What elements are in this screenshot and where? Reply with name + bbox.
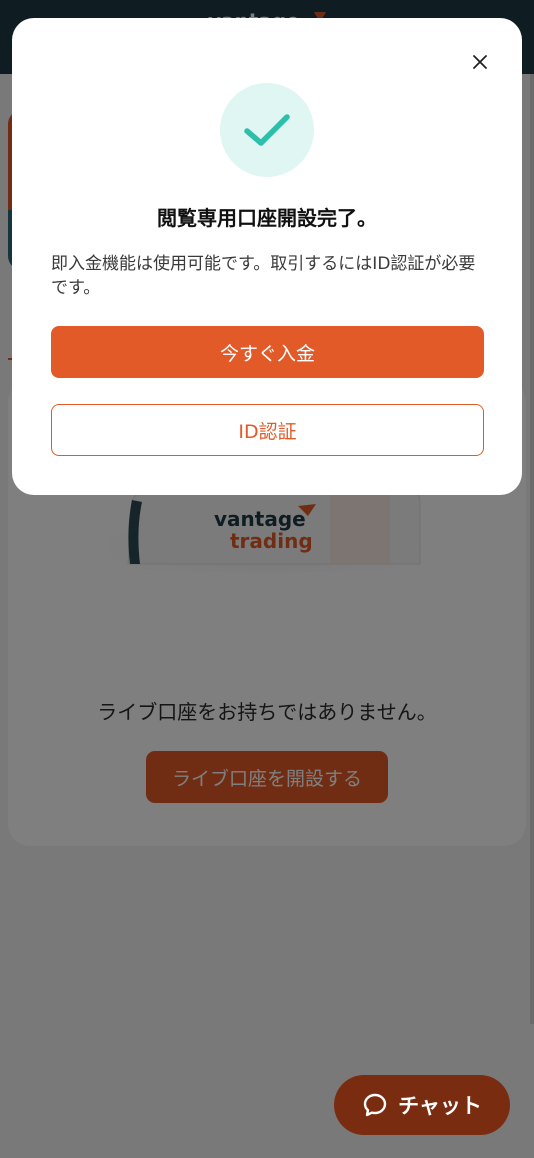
- close-button[interactable]: [466, 48, 494, 76]
- chat-button[interactable]: チャット: [334, 1075, 510, 1135]
- id-verification-button[interactable]: ID認証: [51, 404, 484, 456]
- chat-bubble-icon: [363, 1093, 387, 1117]
- dialog-title: 閲覧専用口座開設完了。: [157, 206, 377, 230]
- dialog-description: 即入金機能は使用可能です。取引するにはID認証が必要です。: [51, 254, 476, 298]
- account-created-dialog: 閲覧専用口座開設完了。 即入金機能は使用可能です。取引するにはID認証が必要です…: [12, 18, 522, 495]
- close-icon: [473, 55, 487, 69]
- deposit-now-button[interactable]: 今すぐ入金: [51, 326, 484, 378]
- chat-label: チャット: [398, 1094, 482, 1118]
- check-icon: [244, 114, 290, 146]
- success-badge: [220, 83, 314, 177]
